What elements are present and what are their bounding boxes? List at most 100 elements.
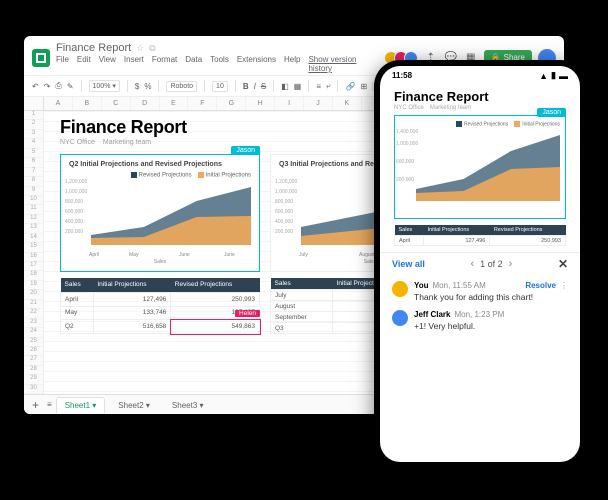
col-header[interactable]: K xyxy=(333,97,362,110)
row-header[interactable]: 3 xyxy=(24,130,43,139)
fill-color-icon[interactable]: ◧ xyxy=(281,82,289,91)
row-header[interactable]: 8 xyxy=(24,177,43,186)
row-header[interactable]: 21 xyxy=(24,300,43,309)
phone-table[interactable]: SalesInitial ProjectionsRevised Projecti… xyxy=(394,225,566,246)
row-header[interactable]: 6 xyxy=(24,158,43,167)
table-row: Q2516,658 Helen 549,863 xyxy=(61,320,260,334)
signal-icon: ▮ xyxy=(551,70,556,81)
row-header[interactable]: 14 xyxy=(24,234,43,243)
tab-sheet1[interactable]: Sheet1 ▾ xyxy=(56,397,106,413)
avatar xyxy=(392,310,408,326)
battery-icon: ▬ xyxy=(559,71,568,81)
move-folder-icon[interactable]: ⧉ xyxy=(149,43,155,54)
row-header[interactable]: 5 xyxy=(24,149,43,158)
paint-format-icon[interactable]: ✎ xyxy=(67,82,74,91)
close-icon[interactable]: ✕ xyxy=(558,257,568,271)
insert-comment-icon[interactable]: ⊞ xyxy=(360,82,367,91)
more-icon[interactable]: ⋮ xyxy=(560,281,568,290)
row-header[interactable]: 1 xyxy=(24,111,43,120)
undo-icon[interactable]: ↶ xyxy=(32,82,39,91)
row-header[interactable]: 23 xyxy=(24,319,43,328)
col-header[interactable]: E xyxy=(160,97,189,110)
redo-icon[interactable]: ↷ xyxy=(44,82,51,91)
phone-chart-q2[interactable]: Jason Revised Projections Initial Projec… xyxy=(394,115,566,219)
comment-item[interactable]: You Mon, 11:55 AM Resolve ⋮ Thank you fo… xyxy=(392,281,568,302)
row-header[interactable]: 18 xyxy=(24,271,43,280)
menu-format[interactable]: Format xyxy=(152,55,177,73)
row-header[interactable]: 2 xyxy=(24,120,43,129)
row-header[interactable]: 15 xyxy=(24,243,43,252)
row-header[interactable]: 22 xyxy=(24,309,43,318)
row-header[interactable]: 30 xyxy=(24,385,43,394)
row-header[interactable]: 16 xyxy=(24,253,43,262)
row-header[interactable]: 7 xyxy=(24,168,43,177)
filename[interactable]: Finance Report xyxy=(56,42,131,54)
add-sheet-button[interactable]: + xyxy=(32,398,39,412)
chart-legend: Revised Projections Initial Projections xyxy=(400,121,560,127)
menu-file[interactable]: File xyxy=(56,55,69,73)
menu-help[interactable]: Help xyxy=(284,55,300,73)
percent-icon[interactable]: % xyxy=(144,82,151,91)
menu-insert[interactable]: Insert xyxy=(124,55,144,73)
row-header[interactable]: 17 xyxy=(24,262,43,271)
borders-icon[interactable]: ▦ xyxy=(294,82,302,91)
row-header[interactable]: 10 xyxy=(24,196,43,205)
menu-data[interactable]: Data xyxy=(185,55,202,73)
row-header[interactable]: 19 xyxy=(24,281,43,290)
bold-icon[interactable]: B xyxy=(243,82,249,91)
prev-comment-icon[interactable]: ‹ xyxy=(470,258,474,270)
zoom-select[interactable]: 100% ▾ xyxy=(89,80,120,92)
row-header[interactable]: 4 xyxy=(24,139,43,148)
select-all-cell[interactable] xyxy=(24,97,44,110)
tab-sheet3[interactable]: Sheet3 ▾ xyxy=(163,397,213,413)
col-header[interactable]: J xyxy=(304,97,333,110)
col-header[interactable]: D xyxy=(131,97,160,110)
strike-icon[interactable]: S xyxy=(261,82,266,91)
row-header[interactable]: 24 xyxy=(24,328,43,337)
tab-sheet2[interactable]: Sheet2 ▾ xyxy=(109,397,159,413)
col-header[interactable]: B xyxy=(73,97,102,110)
view-all-link[interactable]: View all xyxy=(392,259,425,269)
col-header[interactable]: F xyxy=(188,97,217,110)
star-icon[interactable]: ☆ xyxy=(136,43,144,54)
menu-tools[interactable]: Tools xyxy=(210,55,229,73)
menu-edit[interactable]: Edit xyxy=(77,55,91,73)
print-icon[interactable]: ⎙ xyxy=(55,81,61,91)
table-q2[interactable]: Sales Initial Projections Revised Projec… xyxy=(60,278,260,334)
col-header[interactable]: C xyxy=(102,97,131,110)
cell-selected-helen[interactable]: Helen 549,863 xyxy=(171,320,260,334)
phone-doc-title: Finance Report xyxy=(394,89,566,104)
next-comment-icon[interactable]: › xyxy=(509,258,513,270)
chart-q2[interactable]: Jason Q2 Initial Projections and Revised… xyxy=(60,154,260,272)
align-icon[interactable]: ≡ xyxy=(316,82,321,91)
row-header[interactable]: 12 xyxy=(24,215,43,224)
table-header-row: Sales Initial Projections Revised Projec… xyxy=(61,278,260,292)
row-header[interactable]: 9 xyxy=(24,187,43,196)
fontsize-input[interactable]: 10 xyxy=(212,81,228,92)
italic-icon[interactable]: I xyxy=(254,82,256,91)
row-header[interactable]: 20 xyxy=(24,290,43,299)
menu-view[interactable]: View xyxy=(99,55,116,73)
row-header[interactable]: 11 xyxy=(24,205,43,214)
menubar: File Edit View Insert Format Data Tools … xyxy=(56,55,382,73)
currency-icon[interactable]: $ xyxy=(135,82,139,91)
version-history-link[interactable]: Show version history xyxy=(308,55,381,73)
row-header[interactable]: 27 xyxy=(24,356,43,365)
resolve-button[interactable]: Resolve xyxy=(525,281,556,290)
link-icon[interactable]: 🔗 xyxy=(345,82,355,91)
row-header[interactable]: 28 xyxy=(24,366,43,375)
col-header[interactable]: A xyxy=(44,97,73,110)
row-header[interactable]: 25 xyxy=(24,338,43,347)
comment-item[interactable]: Jeff Clark Mon, 1:23 PM +1! Very helpful… xyxy=(392,310,568,331)
font-select[interactable]: Roboto xyxy=(166,81,197,92)
menu-extensions[interactable]: Extensions xyxy=(237,55,276,73)
col-header[interactable]: G xyxy=(217,97,246,110)
col-header[interactable]: I xyxy=(275,97,304,110)
row-header[interactable]: 13 xyxy=(24,224,43,233)
wrap-icon[interactable]: ⤶ xyxy=(326,81,330,91)
pager-count: 1 of 2 xyxy=(480,259,503,269)
row-header[interactable]: 29 xyxy=(24,375,43,384)
col-header[interactable]: H xyxy=(246,97,275,110)
row-header[interactable]: 26 xyxy=(24,347,43,356)
all-sheets-icon[interactable]: ≡ xyxy=(47,400,52,409)
